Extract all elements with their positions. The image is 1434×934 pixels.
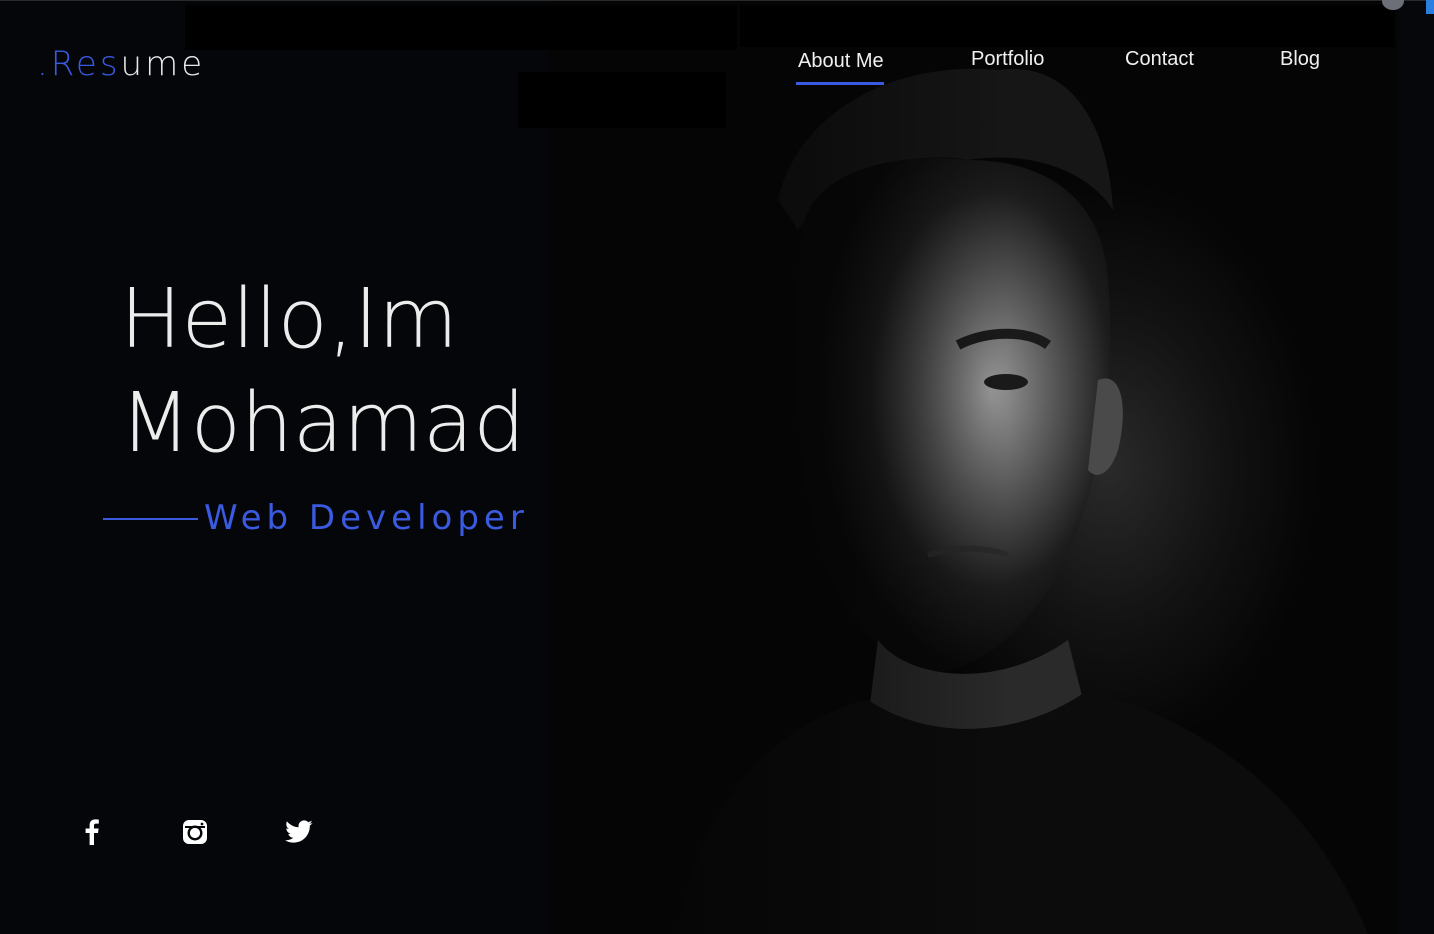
hero-role: Web Developer: [204, 498, 529, 538]
hero-greeting: Hello,Im: [120, 272, 458, 367]
nav-item-blog[interactable]: Blog: [1280, 48, 1320, 71]
hero-name: Mohamad: [120, 376, 526, 471]
nav-item-portfolio[interactable]: Portfolio: [971, 48, 1044, 71]
facebook-link[interactable]: [78, 818, 106, 846]
right-edge-strip: [1398, 0, 1434, 934]
twitter-icon: [285, 820, 313, 843]
instagram-link[interactable]: [181, 818, 209, 846]
hero-heading: Hello,Im Mohamad: [120, 268, 525, 476]
instagram-icon: [183, 820, 207, 844]
redacted-block: [740, 5, 1395, 47]
nav-item-about-me[interactable]: About Me: [796, 50, 884, 85]
hero-portrait-image: [548, 0, 1398, 934]
facebook-icon: [85, 819, 99, 845]
top-border: [0, 0, 1434, 1]
twitter-link[interactable]: [285, 818, 313, 846]
resume-landing-page: .Resume About Me Portfolio Contact Blog …: [0, 0, 1434, 934]
subtitle-divider: [103, 518, 198, 520]
nav-item-contact[interactable]: Contact: [1125, 48, 1194, 71]
redacted-block: [185, 5, 737, 50]
corner-indicator: [1426, 0, 1434, 14]
main-navigation: About Me Portfolio Contact Blog: [0, 46, 1434, 86]
